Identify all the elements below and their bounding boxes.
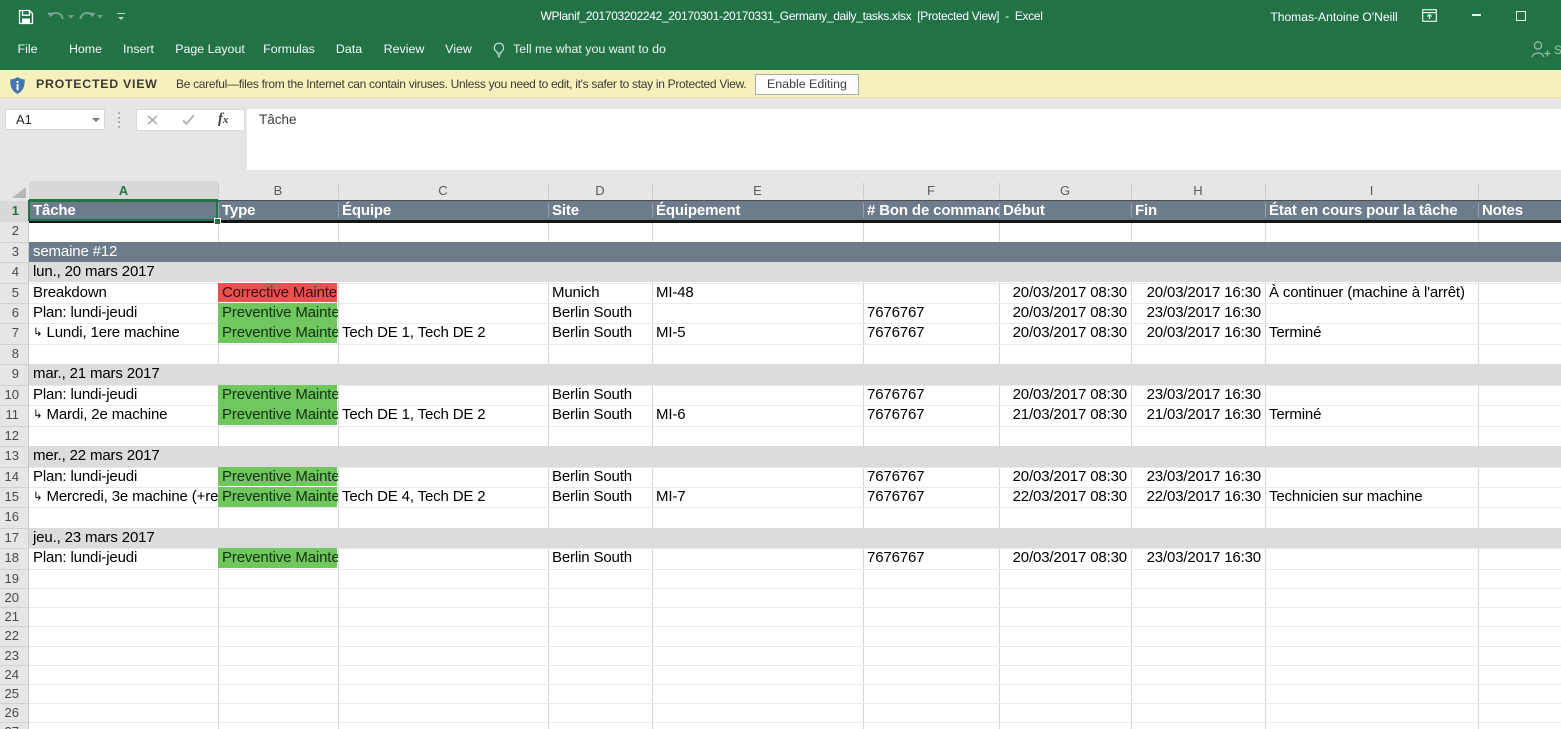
svg-text:S: S (1554, 43, 1561, 57)
